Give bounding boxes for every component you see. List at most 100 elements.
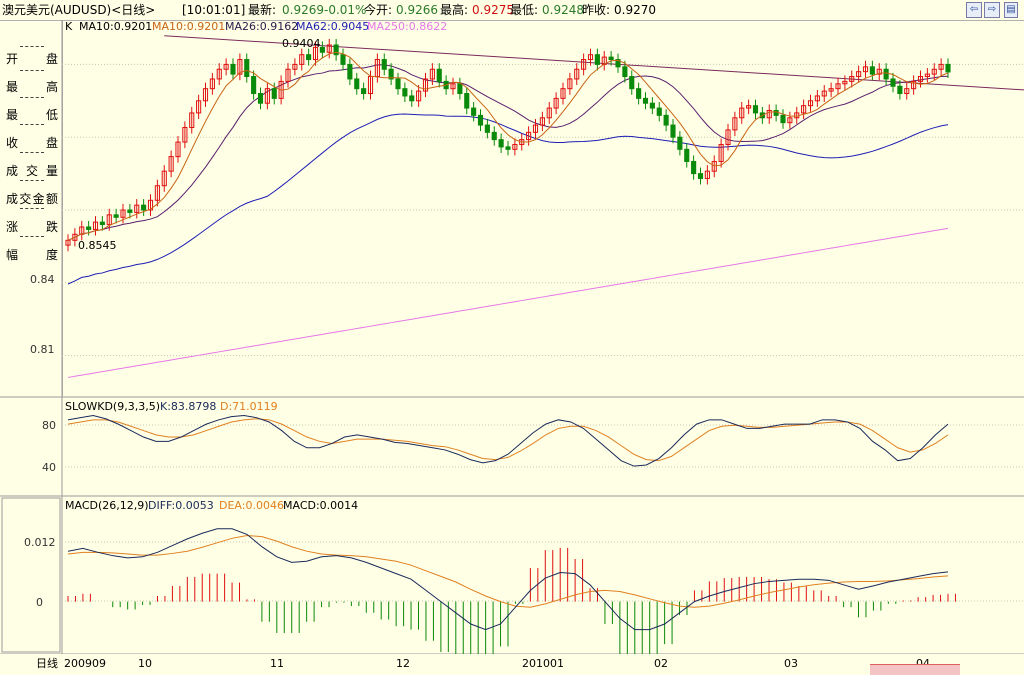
candle-body — [477, 114, 484, 126]
candle-body — [436, 68, 442, 82]
candle-body — [230, 63, 236, 75]
ma250-line — [67, 227, 949, 378]
latest-label: 最新: — [248, 3, 277, 17]
y-tick-label: 0.81 — [30, 343, 55, 356]
x-tick-label: 03 — [784, 657, 798, 670]
menu-icon[interactable]: ▤ — [1004, 2, 1018, 18]
x-tick-label: 10 — [138, 657, 152, 670]
ma62-line — [67, 113, 949, 285]
candle-body — [333, 44, 339, 56]
forward-arrow-icon[interactable]: ⇨ — [984, 2, 1000, 18]
candle-body — [684, 148, 690, 162]
candle-body — [505, 146, 511, 150]
low-price: 0.9248 — [542, 3, 584, 17]
candle-body — [629, 76, 635, 90]
open-label: 今开: — [364, 3, 393, 17]
candle-body — [409, 95, 415, 102]
macd-dea-polyline — [67, 535, 949, 608]
title-bar: 澳元美元(AUDUSD)<日线> [10:01:01] 最新: 0.9269 -… — [0, 0, 1024, 21]
candle-body — [491, 131, 497, 141]
macd-dea-label: DEA:0.0046 — [219, 499, 284, 512]
candle-body — [752, 105, 759, 114]
candle-body — [86, 226, 92, 230]
macd-histogram — [67, 547, 956, 654]
candle-body — [361, 88, 367, 95]
ma10a-label: MA10:0.9201 — [79, 20, 152, 33]
period-label: 日线 — [36, 657, 58, 670]
candle-body — [890, 78, 896, 87]
candle-body — [113, 214, 119, 218]
kd-y-tick: 40 — [42, 461, 56, 474]
grid-lines — [62, 63, 1024, 602]
back-arrow-icon[interactable]: ⇦ — [966, 2, 982, 18]
y-tick-label: 0.84 — [30, 273, 55, 286]
candle-body — [780, 114, 786, 124]
change-percent: -0.01% — [324, 3, 367, 17]
ma26-label: MA26:0.9162 — [225, 20, 298, 33]
x-tick-label: 11 — [270, 657, 284, 670]
candle-body — [697, 173, 704, 179]
candle-body — [306, 54, 312, 61]
candle-body — [257, 93, 264, 104]
x-tick-label: 12 — [396, 657, 410, 670]
macd-y-tick: 0 — [36, 596, 43, 609]
high-price: 0.9275 — [472, 3, 514, 17]
chart-area: K MA10:0.9201 MA10:0.9201 MA26:0.9162 MA… — [0, 20, 1024, 654]
candle-body — [636, 88, 642, 99]
symbol-title: 澳元美元(AUDUSD)<日线> — [2, 3, 156, 17]
ma250-polyline — [67, 227, 949, 378]
candle-body — [319, 46, 325, 53]
candle-body — [594, 54, 600, 65]
candle-body — [869, 66, 875, 75]
candle-body — [649, 102, 655, 109]
prev-close-price: 0.9270 — [614, 3, 656, 17]
kd-k-label: K:83.8798 — [160, 400, 216, 413]
candle-body — [471, 107, 477, 116]
ma62-label: MA62:0.9045 — [296, 20, 369, 33]
candle-body — [656, 107, 662, 116]
candle-body — [897, 85, 903, 95]
candle-body — [141, 204, 147, 211]
macd-y-tick: 0.012 — [24, 536, 56, 549]
candle-body — [354, 78, 360, 90]
x-tick-label: 02 — [654, 657, 668, 670]
candle-body — [251, 76, 257, 95]
candle-body — [945, 63, 951, 73]
max-price-label: 0.9404 — [282, 37, 321, 50]
candle-body — [691, 160, 697, 175]
macd-diff-label: DIFF:0.0053 — [148, 499, 214, 512]
candle-body — [271, 88, 277, 99]
candle-body — [642, 97, 649, 104]
candle-body — [340, 54, 346, 65]
kd-d-label: D:71.0119 — [220, 400, 278, 413]
candle-body — [464, 93, 470, 109]
x-tick-label: 200909 — [64, 657, 106, 670]
candle-body — [622, 66, 628, 78]
candle-body — [498, 139, 504, 148]
candle-body — [402, 88, 408, 97]
panel-borders — [0, 20, 1024, 654]
low-label: 最低: — [510, 3, 539, 17]
candlesticks — [65, 38, 951, 252]
candle-body — [663, 114, 669, 126]
ma250-label: MA250:0.8622 — [367, 20, 447, 33]
forex-daily-chart-window: { "header": { "symbol": "澳元美元(AUDUSD)<日线… — [0, 0, 1024, 675]
kd-lines — [67, 415, 949, 467]
macd-value-label: MACD:0.0014 — [283, 499, 358, 512]
min-price-label: 0.8545 — [78, 239, 117, 252]
ma62-polyline — [67, 113, 949, 285]
candle-body — [381, 59, 387, 70]
candle-body — [883, 68, 889, 80]
high-label: 最高: — [440, 3, 469, 17]
ime-toolbar[interactable] — [870, 664, 960, 675]
ma10b-label: MA10:0.9201 — [152, 20, 225, 33]
macd-title: MACD(26,12,9) — [65, 499, 149, 512]
open-price: 0.9266 — [396, 3, 438, 17]
k-label: K — [65, 20, 73, 33]
candle-body — [457, 83, 463, 95]
time-label: [10:01:01] — [182, 3, 246, 17]
candle-body — [99, 221, 105, 226]
candle-body — [608, 56, 614, 61]
x-tick-label: 201001 — [522, 657, 564, 670]
latest-price: 0.9269 — [282, 3, 324, 17]
